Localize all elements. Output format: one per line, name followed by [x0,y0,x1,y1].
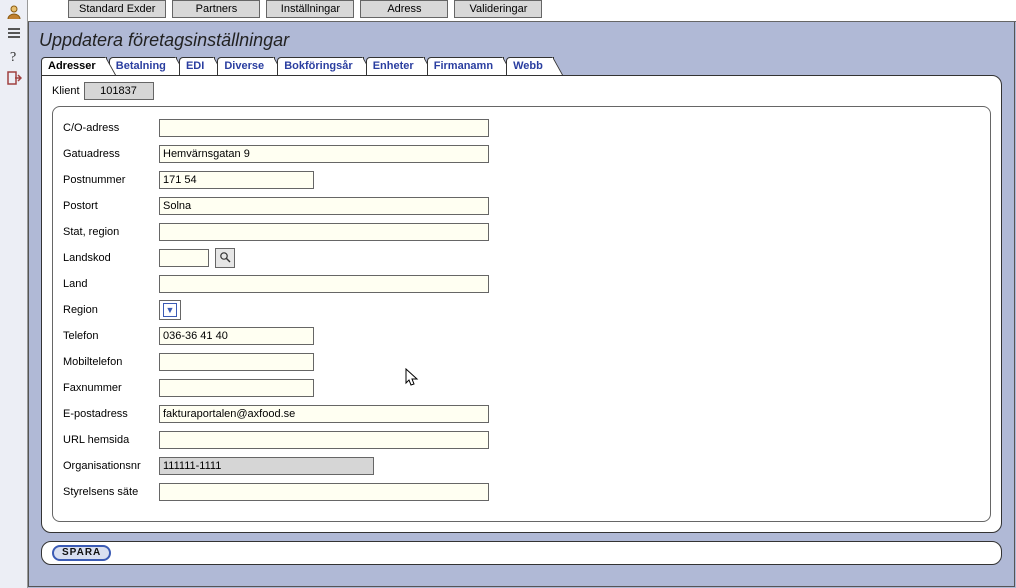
tab-diverse[interactable]: Diverse [217,57,275,75]
top-nav: Standard Exder Partners Inställningar Ad… [28,0,1016,22]
input-postort[interactable] [159,197,489,215]
chevron-down-icon: ▼ [163,303,177,317]
label-gatuadress: Gatuadress [63,148,159,160]
tab-bokforingsar[interactable]: Bokföringsår [277,57,363,75]
label-styrelsens-sate: Styrelsens säte [63,486,159,498]
form-area: C/O-adress Gatuadress Postnummer Postort… [52,106,991,522]
rail-exit-icon[interactable] [0,68,28,88]
label-mobiltelefon: Mobiltelefon [63,356,159,368]
nav-installningar[interactable]: Inställningar [266,0,354,18]
tab-adresser[interactable]: Adresser [41,57,107,75]
search-icon [219,251,231,266]
page-title: Uppdatera företagsinställningar [29,22,1014,57]
spara-button[interactable]: SPARA [52,545,111,561]
label-landskod: Landskod [63,252,159,264]
input-organisationsnr [159,457,374,475]
label-epostadress: E-postadress [63,408,159,420]
tab-enheter[interactable]: Enheter [366,57,425,75]
label-stat-region: Stat, region [63,226,159,238]
label-telefon: Telefon [63,330,159,342]
landskod-lookup-button[interactable] [215,248,235,268]
main-area: Uppdatera företagsinställningar Adresser… [28,22,1015,587]
input-gatuadress[interactable] [159,145,489,163]
label-url-hemsida: URL hemsida [63,434,159,446]
label-faxnummer: Faxnummer [63,382,159,394]
label-land: Land [63,278,159,290]
tab-betalning[interactable]: Betalning [109,57,177,75]
input-land[interactable] [159,275,489,293]
label-organisationsnr: Organisationsnr [63,460,159,472]
input-landskod[interactable] [159,249,209,267]
rail-list-icon[interactable] [0,24,28,44]
input-telefon[interactable] [159,327,314,345]
svg-text:?: ? [10,50,16,64]
klient-row: Klient 101837 [52,82,991,100]
input-postnummer[interactable] [159,171,314,189]
tab-firmanamn[interactable]: Firmanamn [427,57,504,75]
label-region: Region [63,304,159,316]
region-dropdown[interactable]: ▼ [159,300,181,320]
input-stat-region[interactable] [159,223,489,241]
rail-user-icon[interactable] [0,2,28,22]
rail-help-icon[interactable]: ? [0,46,28,66]
tab-panel: Klient 101837 C/O-adress Gatuadress Post… [41,75,1002,533]
input-faxnummer[interactable] [159,379,314,397]
nav-adress[interactable]: Adress [360,0,448,18]
tab-strip: Adresser Betalning EDI Diverse Bokföring… [41,57,1002,75]
input-co-adress[interactable] [159,119,489,137]
input-epostadress[interactable] [159,405,489,423]
nav-standard-exder[interactable]: Standard Exder [68,0,166,18]
nav-valideringar[interactable]: Valideringar [454,0,542,18]
klient-label: Klient [52,85,80,97]
input-mobiltelefon[interactable] [159,353,314,371]
footer-bar: SPARA [41,541,1002,565]
label-postort: Postort [63,200,159,212]
input-styrelsens-sate[interactable] [159,483,489,501]
klient-value: 101837 [84,82,154,100]
tab-edi[interactable]: EDI [179,57,215,75]
tab-webb[interactable]: Webb [506,57,554,75]
label-postnummer: Postnummer [63,174,159,186]
left-icon-rail: ? [0,0,28,588]
nav-partners[interactable]: Partners [172,0,260,18]
label-co-adress: C/O-adress [63,122,159,134]
input-url-hemsida[interactable] [159,431,489,449]
